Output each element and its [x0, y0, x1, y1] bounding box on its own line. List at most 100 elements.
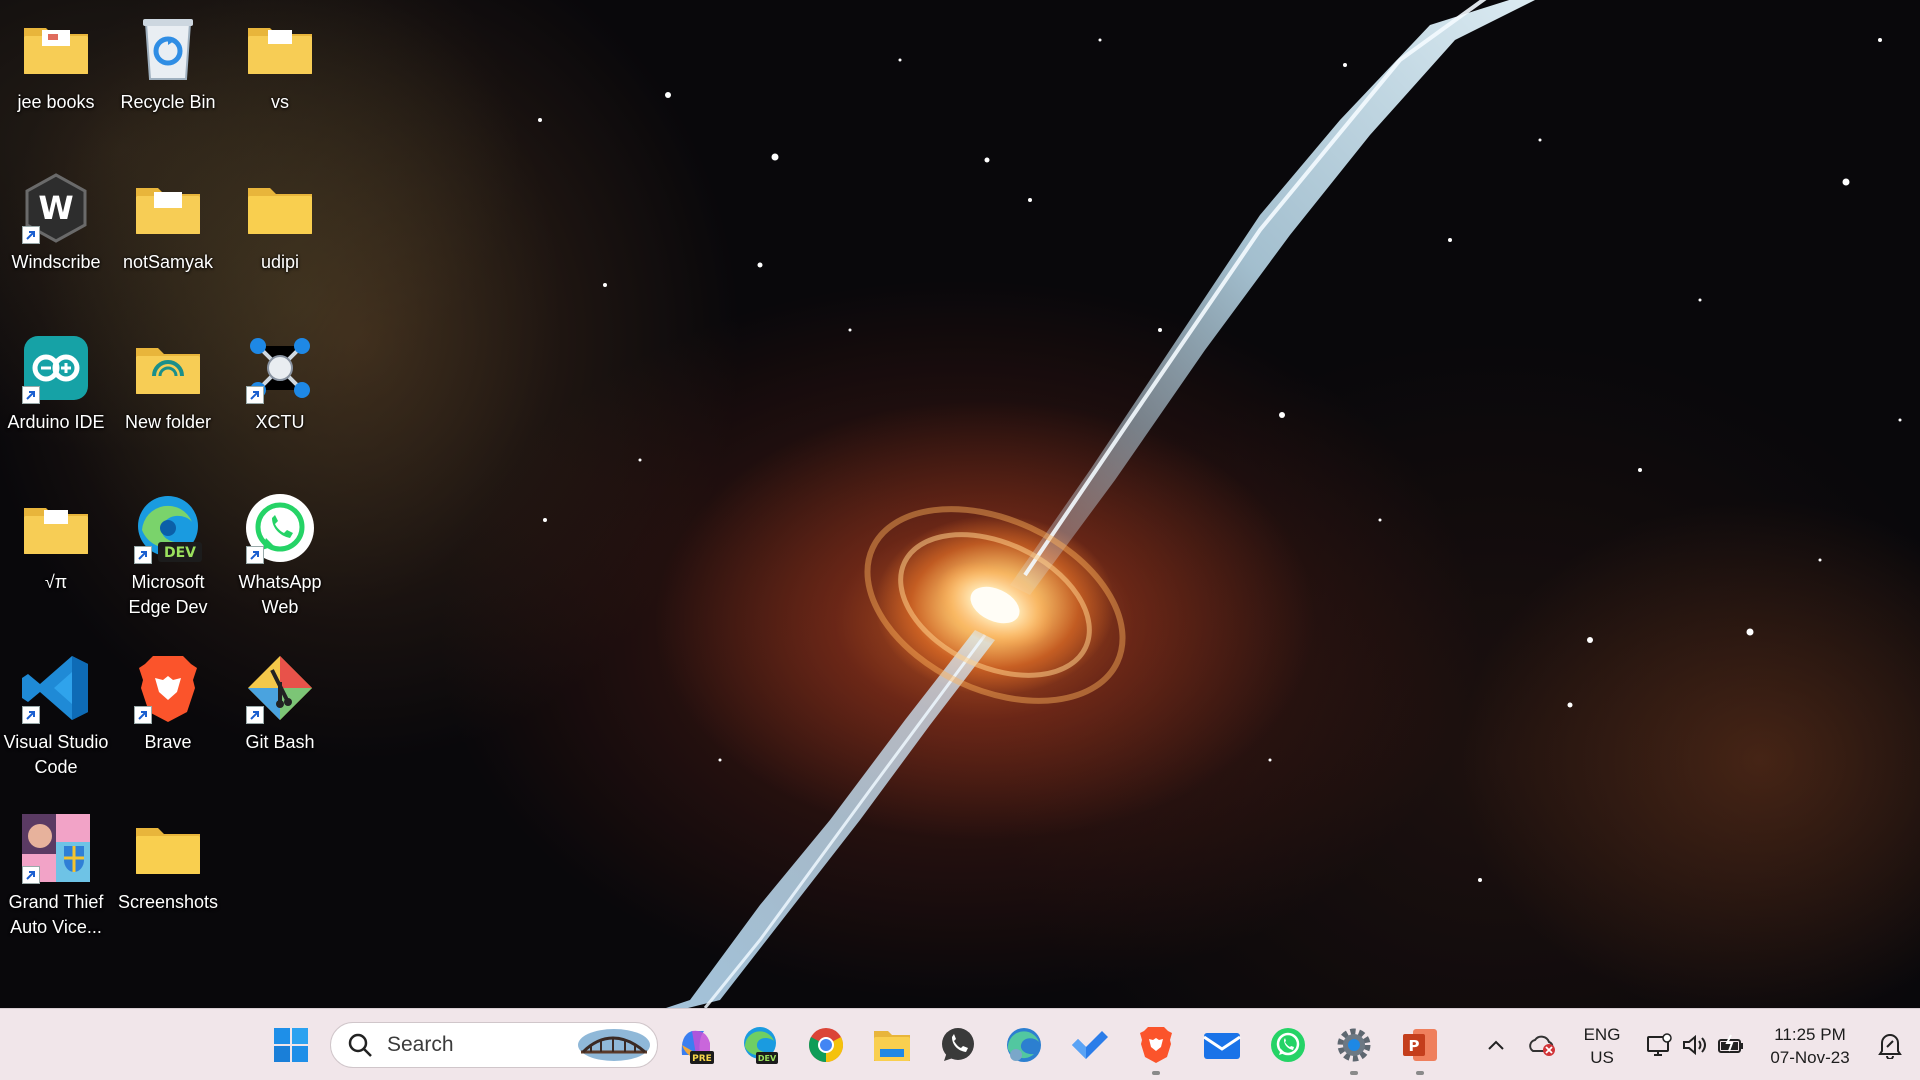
gta-vice-city-icon — [18, 810, 94, 886]
shortcut-arrow-icon — [22, 226, 40, 244]
battery-status[interactable] — [1714, 1021, 1748, 1069]
whatsapp-web-icon — [1271, 1028, 1305, 1062]
taskbar-powerpoint[interactable]: P — [1396, 1021, 1444, 1075]
copilot-pre-icon: PRE — [681, 1030, 714, 1064]
windows-logo-icon — [274, 1028, 308, 1062]
desktop-icon-label: Visual Studio Code — [3, 732, 109, 777]
folder-icon — [242, 170, 318, 246]
folder-icon — [130, 810, 206, 886]
desktop-icon-arduino-ide[interactable]: Arduino IDE — [2, 324, 110, 474]
edge-dev-icon: DEV — [744, 1027, 778, 1064]
desktop-icon-label: notSamyak — [122, 252, 214, 272]
desktop-icon-label: √π — [44, 572, 68, 592]
whatsapp-icon — [242, 490, 318, 566]
battery-charging-icon — [1718, 1034, 1743, 1053]
search-highlight-bridge-icon — [578, 1029, 650, 1061]
desktop-icon-jee-books[interactable]: jee books — [2, 4, 110, 154]
shortcut-arrow-icon — [22, 706, 40, 724]
notification-bell-icon — [1878, 1034, 1902, 1059]
desktop-icon-label: Screenshots — [117, 892, 219, 912]
xctu-icon — [242, 330, 318, 406]
volume-control[interactable] — [1678, 1021, 1712, 1069]
desktop-icon-sqrt-pi[interactable]: √π — [2, 484, 110, 634]
desktop-icon-git-bash[interactable]: Git Bash — [226, 644, 334, 794]
desktop-icon-label: Windscribe — [11, 252, 101, 272]
onedrive-status[interactable] — [1520, 1021, 1564, 1069]
taskbar: Search PRE DEV P ENG US 11:25 PM 07-Nov-… — [0, 1008, 1920, 1080]
clock-time: 11:25 PM — [1774, 1025, 1846, 1044]
desktop-icon-label: Grand Thief Auto Vice... — [8, 892, 104, 937]
clock-date: 07-Nov-23 — [1770, 1048, 1850, 1067]
show-hidden-icons-button[interactable] — [1480, 1021, 1512, 1069]
desktop-icon-label: Git Bash — [245, 732, 315, 752]
language-code: ENG — [1583, 1025, 1621, 1044]
edge-dev-icon: DEV — [130, 490, 206, 566]
running-indicator — [1152, 1071, 1160, 1075]
start-button[interactable] — [267, 1021, 315, 1069]
taskbar-mail[interactable] — [1198, 1021, 1246, 1069]
desktop-icon-label: Arduino IDE — [7, 412, 105, 432]
windscribe-icon: W — [18, 170, 94, 246]
desktop-icon-notsamyak[interactable]: notSamyak — [114, 164, 222, 314]
desktop-icon-udipi[interactable]: udipi — [226, 164, 334, 314]
brave-icon — [130, 650, 206, 726]
speaker-icon — [1683, 1034, 1706, 1056]
desktop-icon-label: vs — [271, 92, 289, 112]
desktop-icon-gta-vice-city[interactable]: Grand Thief Auto Vice... — [2, 804, 110, 954]
taskbar-settings[interactable] — [1330, 1021, 1378, 1075]
taskbar-search-box[interactable]: Search — [330, 1022, 658, 1068]
svg-text:PRE: PRE — [692, 1054, 712, 1064]
edge-beta-icon — [1007, 1028, 1041, 1062]
taskbar-whatsapp[interactable] — [934, 1021, 982, 1069]
taskbar-chrome[interactable] — [802, 1021, 850, 1069]
desktop-icon-visual-studio-code[interactable]: Visual Studio Code — [2, 644, 110, 794]
desktop-icon-recycle-bin[interactable]: Recycle Bin — [114, 4, 222, 154]
desktop-icon-whatsapp-web[interactable]: WhatsApp Web — [226, 484, 334, 634]
vscode-icon — [18, 650, 94, 726]
settings-icon — [1337, 1028, 1371, 1062]
svg-text:DEV: DEV — [164, 545, 196, 561]
desktop-icon-microsoft-edge-dev[interactable]: DEV Microsoft Edge Dev — [114, 484, 222, 634]
taskbar-edge-dev[interactable]: DEV — [736, 1021, 784, 1069]
chevron-up-icon — [1488, 1040, 1504, 1050]
powerpoint-icon: P — [1403, 1029, 1437, 1061]
taskbar-copilot-pre[interactable]: PRE — [672, 1021, 720, 1069]
network-icon — [1647, 1033, 1672, 1056]
shortcut-arrow-icon — [246, 546, 264, 564]
svg-text:DEV: DEV — [758, 1054, 777, 1063]
running-indicator — [1350, 1071, 1358, 1075]
clock[interactable]: 11:25 PM 07-Nov-23 — [1754, 1023, 1866, 1069]
shortcut-arrow-icon — [246, 386, 264, 404]
file-explorer-icon — [874, 1031, 910, 1061]
running-indicator — [1416, 1071, 1424, 1075]
desktop-icon-new-folder[interactable]: New folder — [114, 324, 222, 474]
language-indicator[interactable]: ENG US — [1574, 1023, 1630, 1069]
taskbar-todo[interactable] — [1066, 1021, 1114, 1069]
desktop-icon-vs[interactable]: vs — [226, 4, 334, 154]
taskbar-whatsapp-web[interactable] — [1264, 1021, 1312, 1069]
folder-icon — [18, 10, 94, 86]
cloud-error-icon — [1529, 1035, 1555, 1056]
desktop-icon-brave[interactable]: Brave — [114, 644, 222, 794]
notification-center-button[interactable] — [1870, 1021, 1910, 1069]
desktop-icon-label: WhatsApp Web — [238, 572, 322, 617]
arduino-icon — [18, 330, 94, 406]
mail-icon — [1203, 1033, 1241, 1059]
desktop-icon-screenshots[interactable]: Screenshots — [114, 804, 222, 954]
svg-text:W: W — [38, 189, 73, 227]
desktop-icon-label: New folder — [124, 412, 212, 432]
todo-icon — [1072, 1031, 1108, 1059]
desktop-icon-label: Brave — [144, 732, 192, 752]
shortcut-arrow-icon — [134, 546, 152, 564]
desktop-icon-label: XCTU — [255, 412, 305, 432]
taskbar-file-explorer[interactable] — [868, 1021, 916, 1069]
desktop-icon-xctu[interactable]: XCTU — [226, 324, 334, 474]
network-status[interactable] — [1642, 1021, 1676, 1069]
shortcut-arrow-icon — [134, 706, 152, 724]
desktop-icon-windscribe[interactable]: W Windscribe — [2, 164, 110, 314]
taskbar-edge-beta[interactable] — [1000, 1021, 1048, 1069]
shortcut-arrow-icon — [22, 386, 40, 404]
desktop-icon-label: udipi — [260, 252, 300, 272]
svg-text:P: P — [1409, 1037, 1420, 1055]
taskbar-brave[interactable] — [1132, 1021, 1180, 1075]
